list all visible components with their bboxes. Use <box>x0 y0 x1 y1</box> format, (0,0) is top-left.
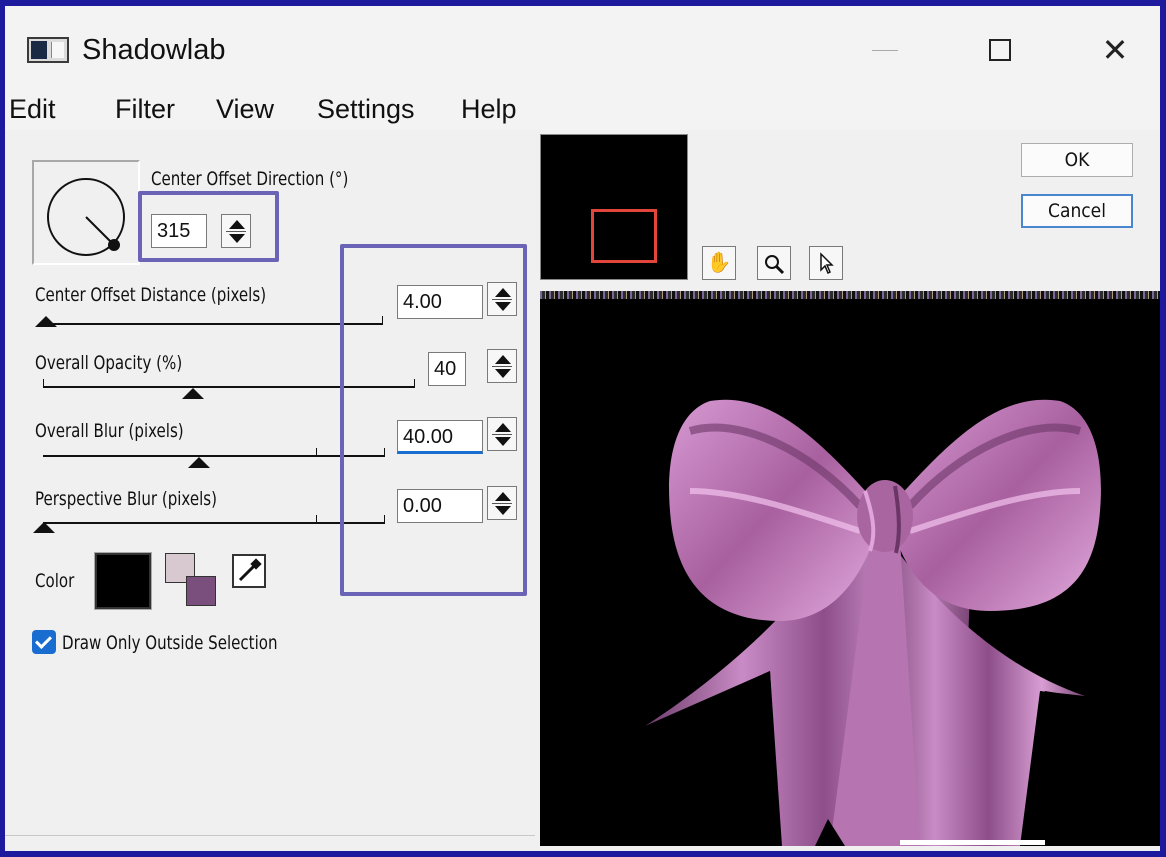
direction-highlight <box>138 191 279 262</box>
minimize-icon[interactable] <box>850 26 920 74</box>
direction-dial[interactable] <box>32 160 140 265</box>
blur-label: Overall Blur (pixels) <box>35 420 184 442</box>
perspective-slider-track[interactable] <box>43 522 385 524</box>
slider-tick <box>316 515 317 523</box>
menu-help[interactable]: Help <box>461 94 517 125</box>
status-indicator <box>900 840 1045 845</box>
app-icon <box>27 37 69 63</box>
settings-panel: Center Offset Direction (°) 315 Center O… <box>5 130 535 851</box>
slider-tick <box>43 379 44 387</box>
distance-label: Center Offset Distance (pixels) <box>35 284 267 306</box>
values-highlight <box>340 244 527 596</box>
close-icon[interactable]: ✕ <box>1080 26 1150 74</box>
navigator-viewport[interactable] <box>591 209 657 263</box>
panel-divider <box>5 835 535 836</box>
zoom-icon[interactable] <box>757 246 791 280</box>
eyedropper-icon[interactable] <box>232 554 266 588</box>
slider-tick <box>316 448 317 456</box>
shadow-color-swatch[interactable] <box>94 552 152 610</box>
distance-slider-track[interactable] <box>43 323 383 325</box>
shadowlab-window: Shadowlab ✕ Edit Filter View Settings He… <box>0 0 1166 857</box>
title-bar: Shadowlab ✕ <box>5 6 1160 86</box>
blur-slider-track[interactable] <box>43 455 385 457</box>
cancel-button[interactable]: Cancel <box>1021 194 1133 228</box>
status-bar <box>10 846 1160 851</box>
opacity-label: Overall Opacity (%) <box>35 352 183 374</box>
hand-icon[interactable]: ✋ <box>702 246 736 280</box>
window-title: Shadowlab <box>82 34 226 66</box>
perspective-slider-thumb[interactable] <box>33 522 55 533</box>
distance-slider-thumb[interactable] <box>35 316 57 327</box>
draw-outside-label: Draw Only Outside Selection <box>62 632 278 654</box>
draw-outside-checkbox[interactable] <box>32 630 56 654</box>
direction-label: Center Offset Direction (°) <box>151 168 349 190</box>
menu-bar: Edit Filter View Settings Help <box>5 86 1160 130</box>
perspective-label: Perspective Blur (pixels) <box>35 488 217 510</box>
color-label: Color <box>35 570 75 592</box>
bow-preview-image <box>540 399 1160 846</box>
pointer-icon[interactable] <box>809 246 843 280</box>
preview-canvas[interactable] <box>540 291 1160 846</box>
maximize-icon[interactable] <box>965 26 1035 74</box>
menu-settings[interactable]: Settings <box>317 94 415 125</box>
preview-noise <box>540 291 1160 299</box>
ok-button[interactable]: OK <box>1021 143 1133 177</box>
foreground-color-swatch[interactable] <box>186 576 216 606</box>
navigator-thumbnail[interactable] <box>540 134 688 280</box>
menu-view[interactable]: View <box>216 94 274 125</box>
opacity-slider-thumb[interactable] <box>182 388 204 399</box>
dial-icon <box>47 178 125 256</box>
blur-slider-thumb[interactable] <box>188 457 210 468</box>
menu-edit[interactable]: Edit <box>9 94 56 125</box>
menu-filter[interactable]: Filter <box>115 94 175 125</box>
